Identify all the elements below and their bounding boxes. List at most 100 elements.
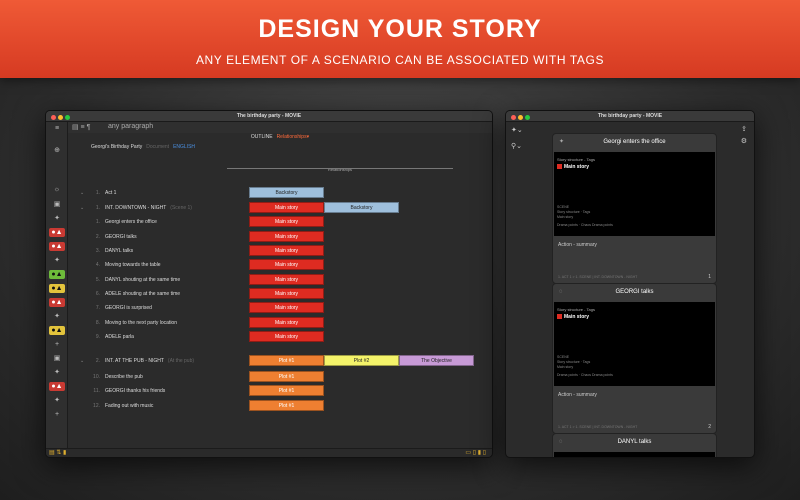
pin-icon[interactable]: ✦ [49, 396, 65, 405]
character-tag-red[interactable]: ●▲ [49, 228, 65, 237]
film-icon[interactable]: ▣ [49, 200, 65, 209]
row-text[interactable]: DANYL talks [105, 248, 133, 254]
outline-row[interactable]: 9. ADELE parla Main story [68, 331, 492, 343]
gear-icon[interactable]: ⚙ [741, 137, 747, 145]
outline-row[interactable]: 6. ADELE shouting at the same time Main st… [68, 288, 492, 300]
tag-cell[interactable]: The Objective [399, 355, 474, 366]
outline-row[interactable]: 2. GEORGI talks Main story [68, 231, 492, 243]
scene-card[interactable]: ◌ GEORGI talks Story structure - Tags Mai… [552, 283, 717, 434]
paragraph-icon[interactable]: ▤ ≡ ¶ [72, 123, 90, 131]
row-text[interactable]: Moving towards the table [105, 262, 161, 268]
outline-row[interactable]: 10. Describe the pub Plot #1 [68, 371, 492, 383]
row-text[interactable]: ADELE shouting at the same time [105, 291, 180, 297]
pin-icon[interactable]: ✦ [49, 368, 65, 377]
outline-row[interactable]: 3. DANYL talks Main story [68, 245, 492, 257]
row-text[interactable]: Act 1 [105, 190, 116, 196]
pin-menu-icon[interactable]: ✦⌄ [511, 126, 523, 134]
pin-icon[interactable]: ✦ [49, 214, 65, 223]
disclosure-caret-icon[interactable]: ⌄ [80, 358, 84, 364]
row-text[interactable]: INT. AT THE PUB - NIGHT [105, 358, 164, 364]
pin-icon[interactable]: ✦ [49, 256, 65, 265]
action-summary: Action - summary [558, 392, 597, 398]
row-number: 3. [95, 248, 100, 254]
film-icon[interactable]: ▣ [49, 354, 65, 363]
outline-row[interactable]: 12. Fading out with music Plot #1 [68, 400, 492, 412]
tag-cell[interactable]: Backstory [249, 187, 324, 198]
tag-cell[interactable]: Plot #1 [249, 400, 324, 411]
tag-cell[interactable]: Main story [249, 202, 324, 213]
close-window-button[interactable] [51, 115, 56, 120]
tag-cell[interactable]: Plot #2 [324, 355, 399, 366]
row-subtitle: (Scene 1) [170, 205, 192, 211]
tag-cell[interactable]: Main story [249, 274, 324, 285]
zoom-window-button[interactable] [525, 115, 530, 120]
tag-cell[interactable]: Main story [249, 317, 324, 328]
row-text[interactable]: Describe the pub [105, 374, 143, 380]
row-text[interactable]: DANYL shouting at the same time [105, 277, 180, 283]
row-text[interactable]: INT. DOWNTOWN - NIGHT [105, 205, 166, 211]
minimize-window-button[interactable] [58, 115, 63, 120]
outline-row[interactable]: ⌄ 2. INT. AT THE PUB - NIGHT (At the pub) Pl… [68, 355, 492, 367]
character-tag-yellow[interactable]: ●▲ [49, 284, 65, 293]
row-text[interactable]: ADELE parla [105, 334, 134, 340]
scene-card[interactable]: ◌ DANYL talks [552, 433, 717, 457]
character-tag-red[interactable]: ●▲ [49, 382, 65, 391]
outline-row[interactable]: 11. GEORGI thanks his friends Plot #1 [68, 385, 492, 397]
promo-banner: DESIGN YOUR STORY ANY ELEMENT OF A SCENA… [0, 0, 800, 78]
row-text[interactable]: GEORGI is surprised [105, 305, 152, 311]
outline-row[interactable]: 4. Moving towards the table Main story [68, 259, 492, 271]
tag-cell[interactable]: Main story [249, 302, 324, 313]
pin-icon[interactable]: ✦ [49, 312, 65, 321]
tag-cell[interactable]: Main story [249, 231, 324, 242]
zoom-window-button[interactable] [65, 115, 70, 120]
character-tag-green[interactable]: ●▲ [49, 270, 65, 279]
language-selector[interactable]: ENGLISH [173, 144, 195, 150]
outline-row[interactable]: 5. DANYL shouting at the same time Main st… [68, 274, 492, 286]
row-number: 1. [95, 190, 100, 196]
minimize-window-button[interactable] [518, 115, 523, 120]
tag-cell[interactable]: Plot #1 [249, 355, 324, 366]
row-text[interactable]: GEORGI thanks his friends [105, 388, 165, 394]
tag-cell[interactable]: Main story [249, 245, 324, 256]
character-tag-red[interactable]: ●▲ [49, 298, 65, 307]
search-menu-icon[interactable]: ⚲⌄ [511, 142, 522, 150]
panel-icon[interactable]: ▤ ⇅ ▮ [49, 449, 66, 456]
tag-cell[interactable]: Main story [249, 259, 324, 270]
tag-cell[interactable]: Main story [249, 331, 324, 342]
scene-card[interactable]: ✦ Georgi enters the office Story structur… [552, 133, 717, 284]
outline-row[interactable]: 8. Moving to the next party location Main … [68, 317, 492, 329]
sun-icon[interactable]: ☼ [49, 185, 65, 194]
disclosure-caret-icon[interactable]: ⌄ [80, 205, 84, 211]
share-icon[interactable]: ⇪ [741, 125, 747, 133]
outline-row[interactable]: 1. Georgi enters the office Main story [68, 216, 492, 228]
row-text[interactable]: GEORGI talks [105, 234, 137, 240]
outline-row[interactable]: ⌄ 1. INT. DOWNTOWN - NIGHT (Scene 1) Main st… [68, 202, 492, 214]
add-icon[interactable]: + [49, 410, 65, 419]
document-meta: Document [146, 144, 170, 150]
tag-cell[interactable]: Main story [249, 216, 324, 227]
tag-cell[interactable]: Plot #1 [249, 385, 324, 396]
window-title: The birthday party - MOVIE [597, 113, 663, 119]
globe-icon[interactable]: ⊕ [49, 146, 65, 155]
tag-cell[interactable]: Backstory [324, 202, 399, 213]
tag-cell[interactable]: Main story [249, 288, 324, 299]
relationships-dropdown[interactable]: Relationships▾ [277, 134, 310, 140]
outline-label[interactable]: OUTLINE [251, 134, 273, 140]
layout-icons[interactable]: ▭ ▯ ▮ ▯ [465, 449, 486, 456]
row-text[interactable]: Georgi enters the office [105, 219, 157, 225]
tag-cell[interactable]: Plot #1 [249, 371, 324, 382]
outline-row[interactable]: ⌄ 1. Act 1 Backstory [68, 187, 492, 199]
character-tag-red[interactable]: ●▲ [49, 242, 65, 251]
close-window-button[interactable] [511, 115, 516, 120]
row-text[interactable]: Moving to the next party location [105, 320, 177, 326]
add-icon[interactable]: + [49, 340, 65, 349]
search-input[interactable]: any paragraph [108, 123, 153, 130]
outline-row[interactable]: 7. GEORGI is surprised Main story [68, 302, 492, 314]
scene-details: SCENE Story structure · Tags Main story … [557, 355, 613, 377]
row-text[interactable]: Fading out with music [105, 403, 153, 409]
disclosure-caret-icon[interactable]: ⌄ [80, 190, 84, 196]
view-switcher[interactable]: OUTLINE Relationships▾ [68, 133, 492, 142]
comment-icon: ◌ [559, 289, 563, 295]
filter-icon[interactable]: ≡ [49, 124, 65, 133]
character-tag-yellow[interactable]: ●▲ [49, 326, 65, 335]
